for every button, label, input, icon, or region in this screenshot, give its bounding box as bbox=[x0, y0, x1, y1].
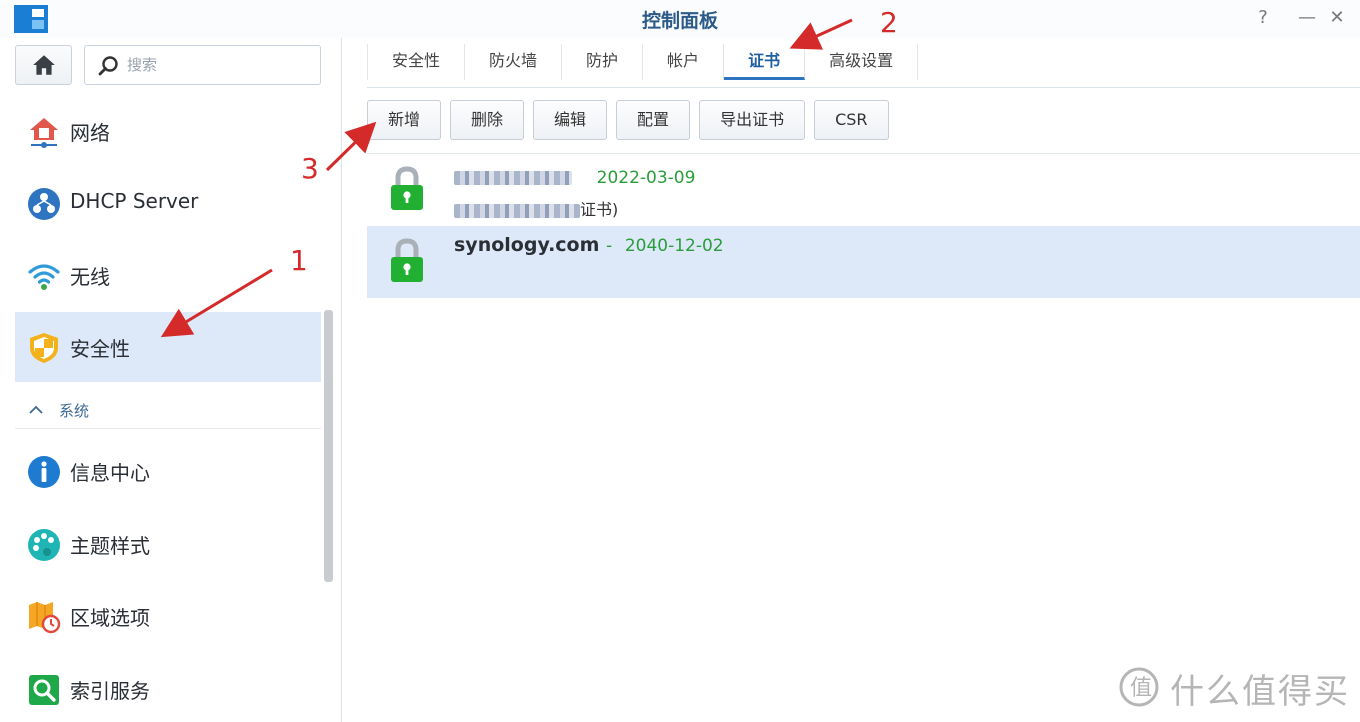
certificate-domain: synology.com bbox=[454, 234, 600, 256]
search-input[interactable] bbox=[127, 54, 307, 76]
index-icon bbox=[29, 675, 59, 705]
configure-button[interactable]: 配置 bbox=[616, 100, 691, 140]
sidebar-item-label: 信息中心 bbox=[70, 461, 150, 485]
sidebar-item-network[interactable]: 网络 bbox=[15, 96, 321, 166]
sidebar-item-label: 主题样式 bbox=[70, 534, 150, 558]
certificate-row[interactable]: 2022-03-09 证书) bbox=[367, 154, 1360, 226]
certificate-separator: - bbox=[606, 236, 613, 256]
sidebar-item-security[interactable]: 安全性 bbox=[15, 312, 321, 382]
certificate-name: 2022-03-09 bbox=[454, 166, 695, 188]
tab-account[interactable]: 帐户 bbox=[643, 44, 725, 80]
minimize-button[interactable]: — bbox=[1292, 4, 1322, 32]
home-button[interactable] bbox=[15, 45, 72, 85]
sidebar-item-label: 索引服务 bbox=[70, 679, 150, 703]
dhcp-icon bbox=[28, 188, 60, 220]
sidebar-item-label: DHCP Server bbox=[70, 189, 199, 213]
sidebar-item-label: 无线 bbox=[70, 265, 110, 289]
search-icon bbox=[98, 56, 118, 76]
redacted-text bbox=[454, 203, 580, 218]
sidebar-item-theme[interactable]: 主题样式 bbox=[15, 509, 321, 579]
watermark-text: 什么值得买 bbox=[1170, 672, 1350, 712]
close-button[interactable]: ✕ bbox=[1322, 4, 1352, 32]
window-title: 控制面板 bbox=[641, 10, 718, 32]
annotation-number-3: 3 bbox=[301, 152, 319, 185]
home-icon bbox=[33, 55, 55, 75]
tab-advanced[interactable]: 高级设置 bbox=[805, 44, 919, 80]
certificate-name: synology.com - 2040-12-02 bbox=[454, 234, 724, 256]
export-certificate-button[interactable]: 导出证书 bbox=[699, 100, 806, 140]
sidebar-item-regional[interactable]: 区域选项 bbox=[15, 581, 321, 651]
section-label: 系统 bbox=[59, 402, 90, 420]
delete-button[interactable]: 删除 bbox=[450, 100, 525, 140]
help-button[interactable]: ? bbox=[1248, 4, 1278, 32]
certificate-expiry-date: 2040-12-02 bbox=[624, 236, 724, 256]
svg-text:值: 值 bbox=[1130, 676, 1152, 701]
network-icon bbox=[30, 118, 58, 148]
sidebar-item-index-service[interactable]: 索引服务 bbox=[15, 654, 321, 722]
annotation-number-2: 2 bbox=[880, 6, 898, 39]
palette-icon bbox=[28, 529, 60, 561]
chevron-up-icon bbox=[29, 405, 43, 414]
tab-firewall[interactable]: 防火墙 bbox=[465, 44, 563, 80]
certificate-description-suffix: 证书) bbox=[580, 200, 619, 219]
certificate-row-selected[interactable]: synology.com - 2040-12-02 bbox=[367, 226, 1360, 298]
certificate-expiry-date: 2022-03-09 bbox=[596, 168, 696, 188]
csr-button[interactable]: CSR bbox=[814, 100, 889, 140]
lock-icon bbox=[391, 238, 423, 282]
regional-icon bbox=[29, 602, 61, 634]
lock-icon bbox=[391, 166, 423, 210]
sidebar-item-info-center[interactable]: 信息中心 bbox=[15, 436, 321, 506]
wifi-icon bbox=[28, 264, 60, 290]
sidebar: 网络 DHCP Server 无线 安全性 bbox=[0, 38, 342, 722]
info-icon bbox=[28, 456, 60, 488]
sidebar-item-label: 安全性 bbox=[70, 337, 130, 361]
add-button[interactable]: 新增 bbox=[367, 100, 442, 140]
redacted-text bbox=[454, 170, 572, 185]
tab-protection[interactable]: 防护 bbox=[562, 44, 644, 80]
search-field[interactable] bbox=[84, 45, 321, 85]
title-bar: 控制面板 ? — ✕ bbox=[0, 0, 1360, 38]
security-shield-icon bbox=[30, 333, 58, 363]
watermark-logo-icon: 值 bbox=[1119, 667, 1159, 707]
sidebar-item-dhcp[interactable]: DHCP Server bbox=[15, 168, 321, 238]
toolbar: 新增 删除 编辑 配置 导出证书 CSR bbox=[367, 100, 889, 140]
sidebar-scrollbar[interactable] bbox=[324, 310, 333, 582]
sidebar-item-label: 网络 bbox=[70, 121, 110, 145]
annotation-number-1: 1 bbox=[290, 244, 308, 277]
main-panel: 安全性 防火墙 防护 帐户 证书 高级设置 新增 删除 编辑 配置 导出证书 C… bbox=[343, 38, 1360, 722]
tab-bar: 安全性 防火墙 防护 帐户 证书 高级设置 bbox=[367, 44, 1360, 88]
tab-security[interactable]: 安全性 bbox=[367, 44, 466, 80]
sidebar-item-label: 区域选项 bbox=[70, 606, 150, 630]
tab-certificate[interactable]: 证书 bbox=[724, 44, 806, 80]
certificate-description: 证书) bbox=[454, 196, 618, 220]
edit-button[interactable]: 编辑 bbox=[533, 100, 608, 140]
section-system-header[interactable]: 系统 bbox=[15, 393, 321, 429]
sidebar-item-wireless[interactable]: 无线 bbox=[15, 240, 321, 310]
